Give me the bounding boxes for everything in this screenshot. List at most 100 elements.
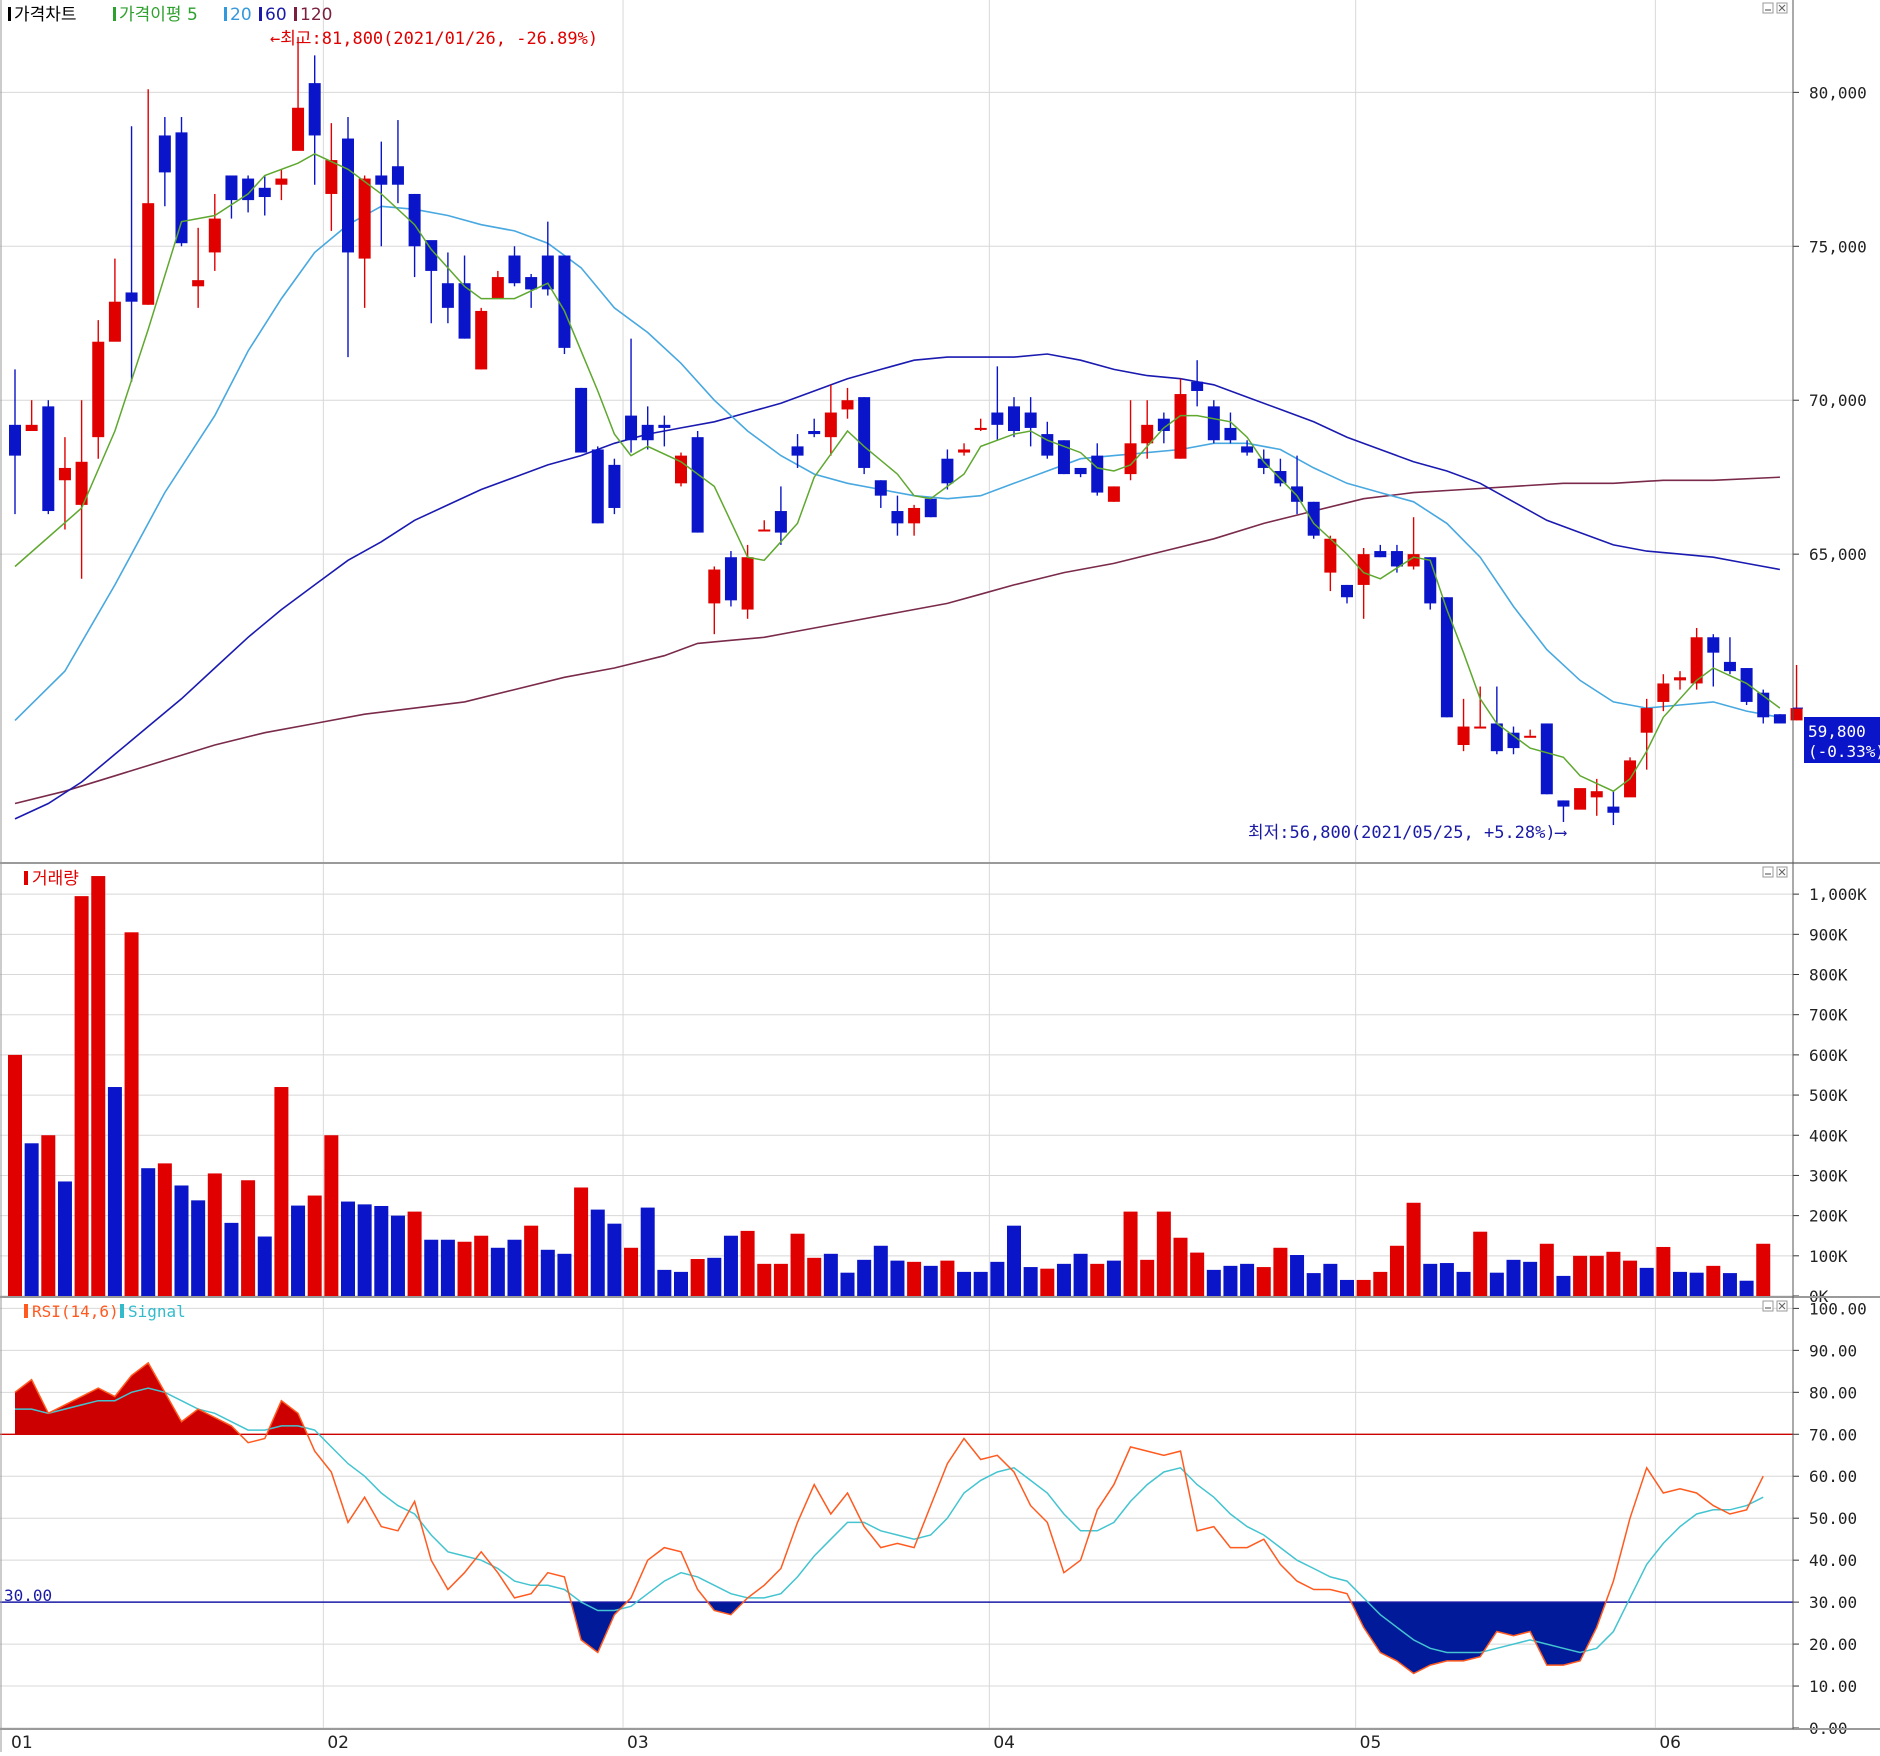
volume-y-tick-label: 400K [1809,1126,1848,1145]
volume-bar [823,1253,838,1296]
candle-body [142,203,155,305]
minimize-icon[interactable] [1762,1300,1774,1312]
month-tick-label: 02 [327,1733,349,1752]
candle-body [475,310,488,370]
volume-bar [923,1265,938,1296]
candle-body [991,412,1004,425]
volume-bar [607,1223,622,1296]
candle-body [608,464,621,508]
candle-body [824,412,837,438]
candle-body [974,427,987,430]
candle-body [1224,427,1237,441]
volume-bar [1223,1265,1238,1296]
volume-bar [1473,1231,1488,1296]
volume-bar [873,1245,888,1296]
candle-body [1674,677,1686,681]
candle-body [641,424,654,441]
legend-price-chart: 가격차트 [14,5,77,25]
legend-swatch-ma120 [294,7,297,21]
candle-body [192,280,205,287]
candle-body [375,175,388,185]
candle-body [58,467,71,481]
volume-bar [807,1257,822,1296]
legend-ma60: 60 [265,5,287,25]
volume-bar [1290,1255,1305,1296]
volume-bar [674,1271,688,1296]
volume-bar [107,1087,122,1296]
legend-volume: 거래량 [32,869,79,889]
volume-bar [557,1253,572,1296]
rsi-y-tick-label: 40.00 [1809,1551,1857,1570]
volume-bar [624,1247,639,1296]
volume-y-tick-label: 100K [1809,1247,1848,1266]
volume-bar [1406,1202,1421,1296]
candle-body [1457,726,1470,746]
volume-bar [973,1271,988,1296]
volume-bar [1190,1252,1205,1296]
volume-bar [1173,1237,1188,1296]
candle-body [208,218,221,253]
rsi-y-tick-label: 90.00 [1809,1341,1857,1360]
volume-bar [1206,1269,1221,1296]
volume-bar [773,1263,788,1296]
volume-bar [274,1087,289,1296]
volume-bar [1007,1225,1021,1296]
volume-bar [757,1263,772,1296]
candle-body [891,511,904,524]
volume-bar [1356,1279,1371,1296]
volume-bar [424,1239,439,1296]
candle-body [591,449,604,524]
minimize-icon[interactable] [1762,2,1774,14]
candle-body [658,424,671,428]
volume-bar [41,1135,56,1296]
volume-bar [1140,1259,1155,1296]
volume-bar [157,1163,172,1296]
legend-swatch-signal [120,1304,124,1318]
candle-body [1291,486,1304,502]
price-y-tick-label: 80,000 [1809,83,1867,102]
rsi-y-tick-label: 50.00 [1809,1509,1857,1528]
volume-bar [657,1269,672,1296]
candle-body [458,283,471,339]
candle-body [9,424,21,456]
candle-body [958,449,971,453]
candle-body [1324,538,1337,573]
volume-bar [224,1222,239,1296]
chart-canvas: 01 02 03 04 05 0665,00070,00075,00080,0000K10… [0,0,1880,1753]
minimize-icon[interactable] [1762,866,1774,878]
low-annotation: 최저:56,800(2021/05/25, +5.28%)⟶ [1248,823,1568,843]
candle-body [791,446,804,456]
volume-y-tick-label: 300K [1809,1166,1848,1185]
volume-bar [1573,1255,1588,1296]
candle-body [1590,791,1603,798]
legend-ma120: 120 [300,5,332,25]
volume-bar [907,1261,922,1296]
volume-bar [1456,1271,1471,1296]
volume-bar [1739,1280,1754,1296]
volume-bar [640,1207,655,1296]
candle-body [1008,406,1020,431]
volume-bar [1623,1260,1638,1296]
volume-bar [1389,1245,1404,1296]
month-tick-label: 03 [627,1733,649,1752]
candle-body [1341,584,1353,598]
volume-bar [1523,1261,1538,1296]
candle-body [1490,723,1503,752]
candle-body [92,341,105,438]
candle-body [125,292,138,302]
volume-bar [1423,1263,1438,1296]
volume-bar [723,1235,738,1296]
volume-bar [1506,1259,1521,1296]
candle-body [225,175,238,201]
volume-bar [1589,1255,1604,1296]
candle-body [525,277,538,290]
volume-bar [540,1249,555,1296]
volume-bar [141,1168,156,1296]
candle-body [391,166,404,185]
candle-body [558,255,571,348]
volume-bar [1323,1263,1338,1296]
volume-bar [1556,1275,1571,1296]
candle-body [1191,381,1204,391]
candle-body [1707,637,1720,653]
volume-y-tick-label: 800K [1809,966,1848,985]
